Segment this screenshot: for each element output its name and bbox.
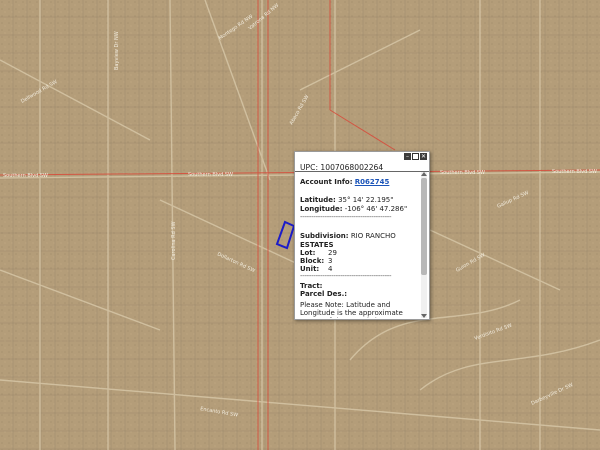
account-link[interactable]: R062745: [355, 178, 390, 186]
unit-label: Unit:: [300, 265, 320, 273]
scroll-thumb[interactable]: [421, 178, 427, 275]
street-label: Southern Blvd SW: [552, 169, 597, 175]
subdivision-value-cont: ESTATES: [300, 241, 334, 249]
popup-title: UPC: 1007068002264: [300, 163, 384, 172]
tract-label: Tract:: [300, 282, 323, 290]
maximize-icon[interactable]: [412, 153, 419, 160]
longitude-label: Longitude:: [300, 205, 343, 213]
subdivision-value: RIO RANCHO: [350, 232, 396, 240]
scroll-up-icon[interactable]: [421, 172, 427, 176]
street-label: Southern Blvd SW: [3, 173, 48, 179]
subdivision-label: Subdivision:: [300, 232, 349, 240]
block-value: 3: [328, 257, 333, 265]
popup-note: Please Note: Latitude and Longitude is t…: [300, 301, 403, 318]
popup-body: Account Info: R062745 Latitude: 35° 14' …: [300, 178, 418, 318]
latitude-label: Latitude:: [300, 196, 336, 204]
street-label: Bayview Dr NW: [114, 31, 120, 70]
popup-controls: – ✕: [403, 153, 427, 161]
street-label: Carolina Rd SW: [171, 221, 177, 260]
separator: ----------------------------------------…: [300, 214, 392, 221]
street-label: Southern Blvd SW: [188, 172, 233, 178]
account-label: Account Info:: [300, 178, 353, 186]
latitude-value: 35° 14' 22.195": [338, 196, 394, 204]
popup-header: UPC: 1007068002264 – ✕: [295, 152, 429, 172]
lot-value: 29: [328, 249, 337, 257]
street-label: Southern Blvd SW: [440, 170, 485, 176]
parcel-des-label: Parcel Des.:: [300, 290, 348, 298]
longitude-value: -106° 46' 47.286": [344, 205, 408, 213]
popup-scrollbar[interactable]: [421, 172, 427, 318]
block-label: Block:: [300, 257, 325, 265]
unit-value: 4: [328, 265, 333, 273]
parcel-info-popup: UPC: 1007068002264 – ✕ Account Info: R062…: [294, 151, 430, 320]
minimize-icon[interactable]: –: [404, 153, 411, 160]
lot-label: Lot:: [300, 249, 316, 257]
close-icon[interactable]: ✕: [420, 153, 427, 160]
scroll-down-icon[interactable]: [421, 314, 427, 318]
separator: ----------------------------------------…: [300, 273, 392, 280]
